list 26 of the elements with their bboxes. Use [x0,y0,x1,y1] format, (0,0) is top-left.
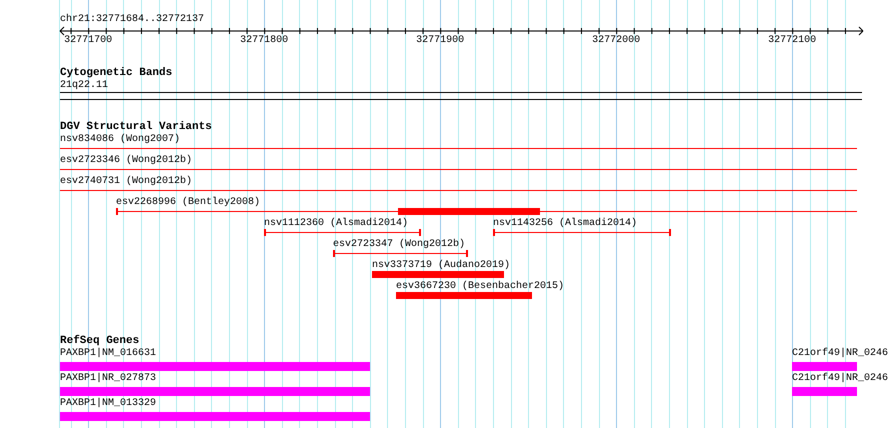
feature-label: nsv3373719 (Audano2019) [372,261,510,271]
feature-label: esv2723346 (Wong2012b) [60,156,192,166]
feature-label: esv3667230 (Besenbacher2015) [396,282,564,292]
feature-label: nsv1143256 (Alsmadi2014) [493,219,638,229]
feature-label: PAXBP1|NR_027873 [60,374,156,384]
feature-label: nsv1112360 (Alsmadi2014) [264,219,408,229]
feature-label: C21orf49|NR_0246 [792,349,888,359]
track-title: DGV Structural Variants [60,122,212,133]
track-title: Cytogenetic Bands [60,68,172,79]
ruler-label: 32772100 [768,36,816,46]
ruler-label: 32772000 [592,36,640,46]
ruler-label: 32771900 [416,36,464,46]
gene-feature [792,387,857,396]
feature-label: C21orf49|NR_0246 [792,374,888,384]
gene-feature [792,362,857,371]
feature-label: 21q22.11 [60,81,108,91]
feature-label: esv2723347 (Wong2012b) [333,240,466,250]
feature-label: esv2740731 (Wong2012b) [60,177,192,187]
feature-label: esv2268996 (Bentley2008) [116,198,260,208]
ruler-label: 32771800 [240,36,288,46]
feature-label: PAXBP1|NM_016631 [60,349,156,359]
ruler-label: 32771700 [64,36,112,46]
feature-label: nsv834086 (Wong2007) [60,135,180,145]
locus-label: chr21:32771684..32772137 [60,15,204,25]
feature-label: PAXBP1|NM_013329 [60,399,156,409]
track-title: RefSeq Genes [60,336,140,347]
